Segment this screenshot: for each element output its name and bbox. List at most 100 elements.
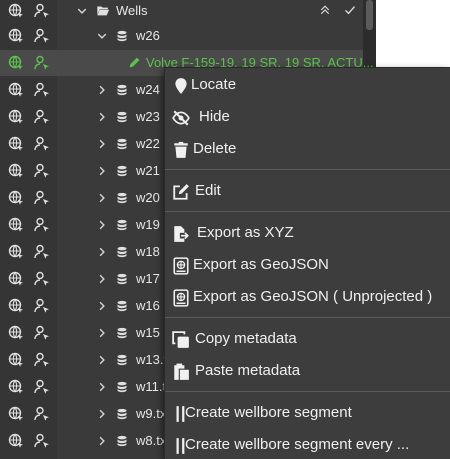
globe-file-icon xyxy=(173,289,189,307)
visibility-toggle[interactable] xyxy=(7,190,25,206)
database-icon xyxy=(117,111,127,123)
visibility-toggle[interactable] xyxy=(7,136,25,152)
owner-toggle[interactable] xyxy=(33,217,51,233)
globe-pointer-icon xyxy=(8,217,23,232)
layer-label: w26 xyxy=(136,28,160,43)
visibility-toggle[interactable] xyxy=(7,82,25,98)
user-pointer-icon xyxy=(34,325,49,340)
owner-toggle[interactable] xyxy=(33,271,51,287)
visibility-toggle[interactable] xyxy=(7,163,25,179)
owner-toggle[interactable] xyxy=(33,406,51,422)
visibility-toggle[interactable] xyxy=(7,109,25,125)
scrollbar-thumb[interactable] xyxy=(366,0,373,30)
chevron-right-icon[interactable] xyxy=(96,192,108,204)
user-pointer-icon xyxy=(34,352,49,367)
chevron-right-icon[interactable] xyxy=(96,138,108,150)
double-chevron-up-icon[interactable] xyxy=(319,4,331,16)
chevron-right-icon[interactable] xyxy=(96,435,108,447)
chevron-right-icon[interactable] xyxy=(96,84,108,96)
owner-toggle[interactable] xyxy=(33,163,51,179)
menu-item-label: Export as XYZ xyxy=(197,224,294,241)
visibility-toggle[interactable] xyxy=(7,3,25,19)
menu-item-label: Hide xyxy=(199,108,230,125)
globe-file-icon xyxy=(173,257,189,275)
delete-item[interactable]: Delete xyxy=(165,136,450,164)
visibility-toggle[interactable] xyxy=(7,217,25,233)
visibility-toggle[interactable] xyxy=(7,271,25,287)
chevron-down-icon[interactable] xyxy=(76,5,88,17)
owner-toggle[interactable] xyxy=(33,352,51,368)
chevron-right-icon[interactable] xyxy=(96,273,108,285)
export-geojson-unprojected-item[interactable]: Export as GeoJSON ( Unprojected ) xyxy=(165,284,450,312)
globe-pointer-icon xyxy=(8,298,23,313)
export-xyz-item[interactable]: Export as XYZ xyxy=(165,220,450,248)
user-pointer-icon xyxy=(34,244,49,259)
paste-metadata-item[interactable]: Paste metadata xyxy=(165,358,450,386)
owner-toggle[interactable] xyxy=(33,244,51,260)
owner-toggle[interactable] xyxy=(33,379,51,395)
chevron-right-icon[interactable] xyxy=(96,381,108,393)
create-segment-every-item[interactable]: Create wellbore segment every ... xyxy=(165,432,450,459)
chevron-right-icon[interactable] xyxy=(96,219,108,231)
chevron-right-icon[interactable] xyxy=(96,354,108,366)
pen-icon xyxy=(129,57,140,68)
user-pointer-icon xyxy=(34,28,49,43)
chevron-right-icon[interactable] xyxy=(96,165,108,177)
user-pointer-icon xyxy=(34,271,49,286)
visibility-toggle[interactable] xyxy=(7,28,25,44)
user-pointer-icon xyxy=(34,190,49,205)
hide-item[interactable]: Hide xyxy=(165,104,450,132)
menu-item-label: Export as GeoJSON xyxy=(193,256,329,273)
menu-separator xyxy=(165,211,450,212)
visibility-toggle[interactable] xyxy=(7,352,25,368)
owner-toggle[interactable] xyxy=(33,82,51,98)
layer-label: w24 xyxy=(136,82,160,97)
menu-item-label: Create wellbore segment every ... xyxy=(185,436,410,453)
database-icon xyxy=(117,300,127,312)
map-marker-icon xyxy=(175,78,187,94)
visibility-toggle[interactable] xyxy=(7,55,25,71)
database-icon xyxy=(117,435,127,447)
chevron-down-icon[interactable] xyxy=(96,30,108,42)
tree-row[interactable]: Wells xyxy=(0,0,363,24)
edit-icon xyxy=(173,184,189,200)
chevron-right-icon[interactable] xyxy=(96,300,108,312)
layer-label: w17 xyxy=(136,271,160,286)
locate-item[interactable]: Locate xyxy=(165,72,450,100)
visibility-toggle[interactable] xyxy=(7,298,25,314)
check-icon[interactable] xyxy=(344,4,356,16)
owner-toggle[interactable] xyxy=(33,325,51,341)
database-icon xyxy=(117,192,127,204)
edit-item[interactable]: Edit xyxy=(165,178,450,206)
copy-metadata-item[interactable]: Copy metadata xyxy=(165,326,450,354)
database-icon xyxy=(117,246,127,258)
owner-toggle[interactable] xyxy=(33,28,51,44)
layer-label: w8.tx xyxy=(136,433,167,448)
owner-toggle[interactable] xyxy=(33,109,51,125)
visibility-toggle[interactable] xyxy=(7,406,25,422)
user-pointer-icon xyxy=(34,163,49,178)
user-pointer-icon xyxy=(34,217,49,232)
owner-toggle[interactable] xyxy=(33,55,51,71)
visibility-toggle[interactable] xyxy=(7,244,25,260)
layer-label: w23 xyxy=(136,109,160,124)
chevron-right-icon[interactable] xyxy=(96,327,108,339)
visibility-toggle[interactable] xyxy=(7,379,25,395)
user-pointer-icon xyxy=(34,406,49,421)
tree-row[interactable]: w26 xyxy=(0,23,363,49)
visibility-toggle[interactable] xyxy=(7,433,25,449)
create-segment-item[interactable]: Create wellbore segment xyxy=(165,400,450,428)
menu-separator xyxy=(165,317,450,318)
user-pointer-icon xyxy=(34,136,49,151)
visibility-toggle[interactable] xyxy=(7,325,25,341)
owner-toggle[interactable] xyxy=(33,136,51,152)
export-geojson-item[interactable]: Export as GeoJSON xyxy=(165,252,450,280)
chevron-right-icon[interactable] xyxy=(96,111,108,123)
chevron-right-icon[interactable] xyxy=(96,408,108,420)
owner-toggle[interactable] xyxy=(33,3,51,19)
owner-toggle[interactable] xyxy=(33,433,51,449)
menu-item-label: Create wellbore segment xyxy=(185,404,352,421)
chevron-right-icon[interactable] xyxy=(96,246,108,258)
owner-toggle[interactable] xyxy=(33,190,51,206)
owner-toggle[interactable] xyxy=(33,298,51,314)
